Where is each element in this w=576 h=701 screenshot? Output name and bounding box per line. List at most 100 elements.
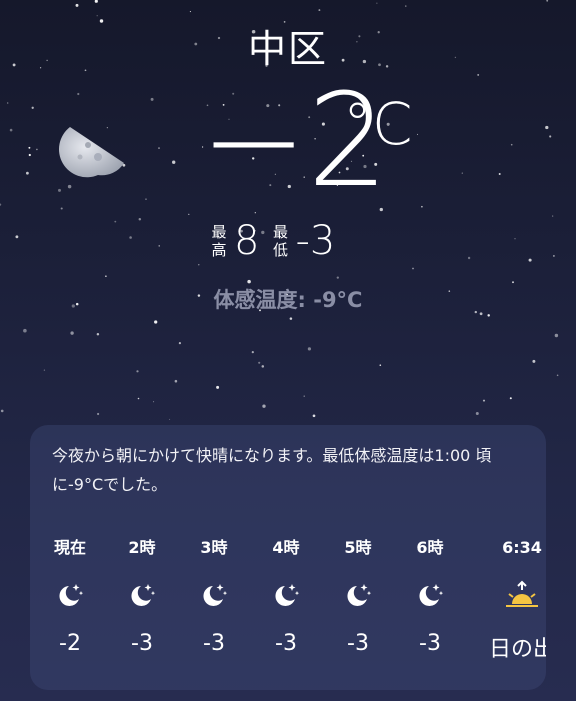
high-label: 最 高 bbox=[210, 223, 228, 259]
high-value: 8 bbox=[234, 218, 260, 264]
moon-stars-icon bbox=[34, 575, 106, 615]
star bbox=[312, 414, 316, 418]
star bbox=[36, 148, 38, 151]
star bbox=[510, 143, 513, 146]
location-title: 中区 bbox=[247, 27, 328, 71]
high-label-2: 高 bbox=[211, 241, 227, 259]
summary-line-1: 今夜から朝にかけて快晴になります。最低体感温度は1:00 頃 bbox=[52, 446, 492, 465]
star bbox=[405, 5, 407, 7]
hour-time: 4時 bbox=[272, 538, 300, 557]
star bbox=[545, 125, 549, 130]
moon-stars-icon bbox=[250, 575, 322, 615]
star bbox=[172, 160, 176, 164]
star bbox=[251, 351, 254, 354]
hour-item: 5時 -3 bbox=[322, 537, 394, 656]
star bbox=[336, 276, 339, 279]
star bbox=[512, 281, 514, 284]
low-label-2: 低 bbox=[272, 241, 288, 259]
star bbox=[58, 188, 61, 192]
star bbox=[150, 97, 154, 101]
hourly-forecast-card[interactable]: 今夜から朝にかけて快晴になります。最低体感温度は1:00 頃 に-9°Cでした。… bbox=[30, 425, 546, 690]
star bbox=[15, 235, 19, 239]
forecast-summary: 今夜から朝にかけて快晴になります。最低体感温度は1:00 頃 に-9°Cでした。 bbox=[52, 441, 532, 499]
star bbox=[153, 401, 155, 403]
star bbox=[70, 331, 74, 335]
star bbox=[136, 370, 139, 373]
star bbox=[461, 172, 463, 174]
star bbox=[28, 146, 31, 149]
hour-time: 6:34 bbox=[502, 538, 542, 557]
star bbox=[138, 217, 142, 221]
star bbox=[9, 128, 13, 132]
star bbox=[552, 254, 555, 257]
star bbox=[174, 379, 178, 383]
star bbox=[97, 412, 100, 416]
hour-time: 2時 bbox=[128, 538, 156, 557]
star bbox=[546, 0, 549, 2]
star bbox=[307, 347, 311, 351]
star bbox=[26, 171, 29, 175]
star bbox=[303, 395, 305, 397]
star bbox=[189, 11, 191, 13]
star bbox=[137, 397, 140, 400]
hour-temperature: -3 bbox=[275, 631, 297, 656]
star bbox=[154, 320, 158, 324]
star bbox=[379, 364, 382, 367]
star bbox=[158, 245, 160, 247]
star bbox=[556, 374, 559, 377]
hour-temperature: -3 bbox=[419, 631, 441, 656]
star bbox=[178, 342, 181, 345]
star bbox=[475, 412, 479, 415]
hour-item: 6時 -3 bbox=[394, 537, 466, 656]
hour-temperature: -3 bbox=[347, 631, 369, 656]
hour-item: 3時 -3 bbox=[178, 537, 250, 656]
high-low: 最 高 8 最 低 -3 bbox=[210, 218, 347, 264]
star bbox=[28, 153, 31, 157]
star bbox=[158, 147, 160, 150]
star bbox=[412, 267, 414, 270]
star bbox=[43, 369, 46, 371]
hour-temperature: -3 bbox=[203, 631, 225, 656]
high-label-1: 最 bbox=[211, 223, 227, 241]
low-value: -3 bbox=[295, 218, 336, 264]
moon-stars-icon bbox=[178, 575, 250, 615]
hourly-list[interactable]: 現在 -2 2時 -3 3時 -3 4時 -3 5時 -3 6時 -3 6:34 日の出 bbox=[30, 537, 546, 677]
star bbox=[421, 205, 423, 208]
star bbox=[416, 133, 419, 135]
star bbox=[129, 236, 132, 239]
moon-icon bbox=[58, 127, 124, 178]
star bbox=[23, 328, 27, 333]
star bbox=[482, 399, 486, 402]
star bbox=[528, 258, 532, 262]
star bbox=[188, 213, 190, 215]
star bbox=[477, 73, 480, 76]
feels-like: 体感温度: -9°C bbox=[213, 288, 363, 312]
star bbox=[258, 361, 261, 364]
star bbox=[75, 3, 79, 7]
hour-time: 5時 bbox=[344, 538, 372, 557]
star bbox=[261, 365, 265, 368]
hour-temperature: -2 bbox=[59, 631, 81, 656]
star bbox=[487, 314, 490, 317]
hour-item: 現在 -2 bbox=[34, 537, 106, 656]
temperature-unit: °C bbox=[343, 90, 413, 158]
star bbox=[0, 203, 2, 206]
star bbox=[94, 0, 98, 3]
star bbox=[96, 333, 100, 336]
star bbox=[509, 397, 512, 400]
star bbox=[114, 220, 117, 223]
star bbox=[467, 256, 471, 260]
star bbox=[31, 106, 34, 109]
moon-stars-icon bbox=[394, 575, 466, 615]
star bbox=[376, 2, 378, 4]
sunrise-icon bbox=[486, 575, 546, 615]
star bbox=[552, 215, 554, 217]
hour-item: 4時 -3 bbox=[250, 537, 322, 656]
hour-time: 6時 bbox=[416, 538, 444, 557]
star bbox=[0, 409, 4, 413]
star bbox=[262, 404, 266, 408]
hour-item: 6:34 日の出 bbox=[486, 537, 546, 663]
moon-stars-icon bbox=[106, 575, 178, 615]
moon-stars-icon bbox=[322, 575, 394, 615]
star bbox=[247, 279, 251, 284]
